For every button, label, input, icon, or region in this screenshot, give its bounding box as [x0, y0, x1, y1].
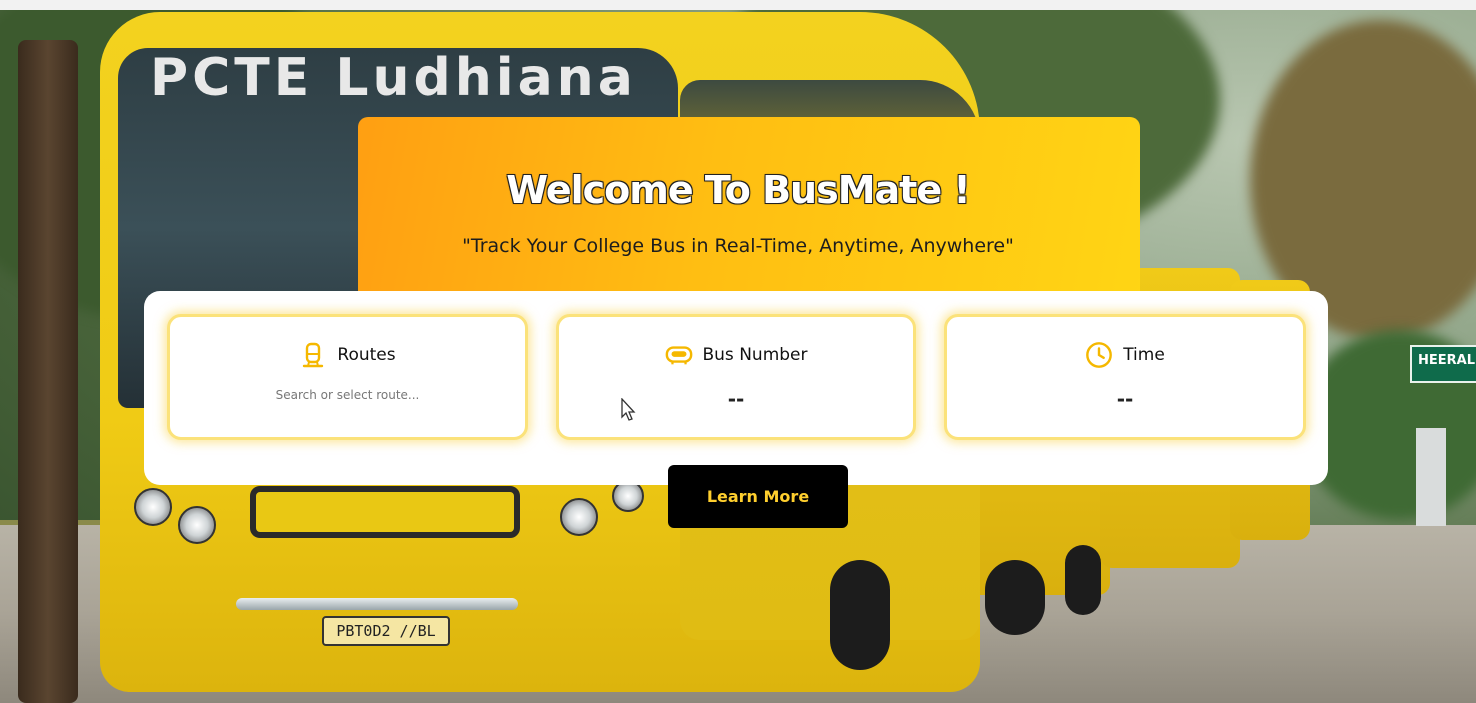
time-value: -- — [1116, 387, 1134, 411]
bus-number-label: Bus Number — [702, 345, 808, 365]
bus-icon — [299, 341, 327, 369]
bus-number-card-header: Bus Number — [559, 341, 913, 369]
browser-top-edge — [0, 0, 1476, 10]
page-title: Welcome To BusMate ! — [506, 168, 970, 212]
learn-more-button[interactable]: Learn More — [668, 465, 848, 528]
hero-banner — [358, 117, 1140, 317]
campus-signboard: HEERAL — [1410, 345, 1476, 383]
time-card-header: Time — [947, 341, 1303, 369]
license-plate: PBT0D2 //BL — [322, 616, 450, 646]
clock-icon — [1085, 341, 1113, 369]
route-search-input[interactable] — [230, 383, 465, 407]
routes-label: Routes — [337, 345, 396, 365]
headlight — [560, 498, 598, 536]
bus-bumper-trim — [236, 598, 518, 610]
bus-front-icon — [665, 341, 693, 369]
routes-card-header: Routes — [170, 341, 525, 369]
tree-trunk — [18, 40, 78, 703]
bus-number-value: -- — [727, 387, 745, 411]
wheel — [1065, 545, 1101, 615]
routes-card[interactable]: Routes — [167, 314, 528, 440]
bus-number-card[interactable]: Bus Number -- — [556, 314, 916, 440]
wheel — [985, 560, 1045, 635]
hero-tagline: "Track Your College Bus in Real-Time, An… — [462, 235, 1014, 257]
bus-grille — [250, 486, 520, 538]
gate-post — [1416, 428, 1446, 526]
wheel — [830, 560, 890, 670]
bus-destination-sign: PCTE Ludhiana — [150, 48, 637, 108]
headlight — [134, 488, 172, 526]
time-label: Time — [1123, 345, 1165, 365]
mouse-cursor-icon — [621, 398, 636, 421]
headlight — [178, 506, 216, 544]
time-card[interactable]: Time -- — [944, 314, 1306, 440]
